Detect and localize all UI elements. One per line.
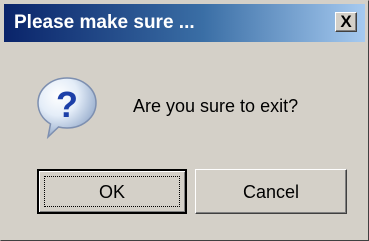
cancel-button[interactable]: Cancel xyxy=(195,169,347,214)
dialog-message: Are you sure to exit? xyxy=(133,96,299,116)
close-button[interactable]: X xyxy=(335,12,357,32)
title-bar[interactable]: Please make sure ... X xyxy=(4,4,365,42)
svg-text:?: ? xyxy=(56,84,78,125)
cancel-button-label: Cancel xyxy=(242,182,300,202)
question-icon: ? xyxy=(37,77,97,140)
confirm-dialog: Please make sure ... X ? Are you sure to… xyxy=(0,0,369,241)
ok-button-label: OK xyxy=(98,182,125,202)
ok-button[interactable]: OK xyxy=(37,169,187,214)
close-icon: X xyxy=(340,12,352,31)
dialog-title: Please make sure ... xyxy=(14,12,195,33)
